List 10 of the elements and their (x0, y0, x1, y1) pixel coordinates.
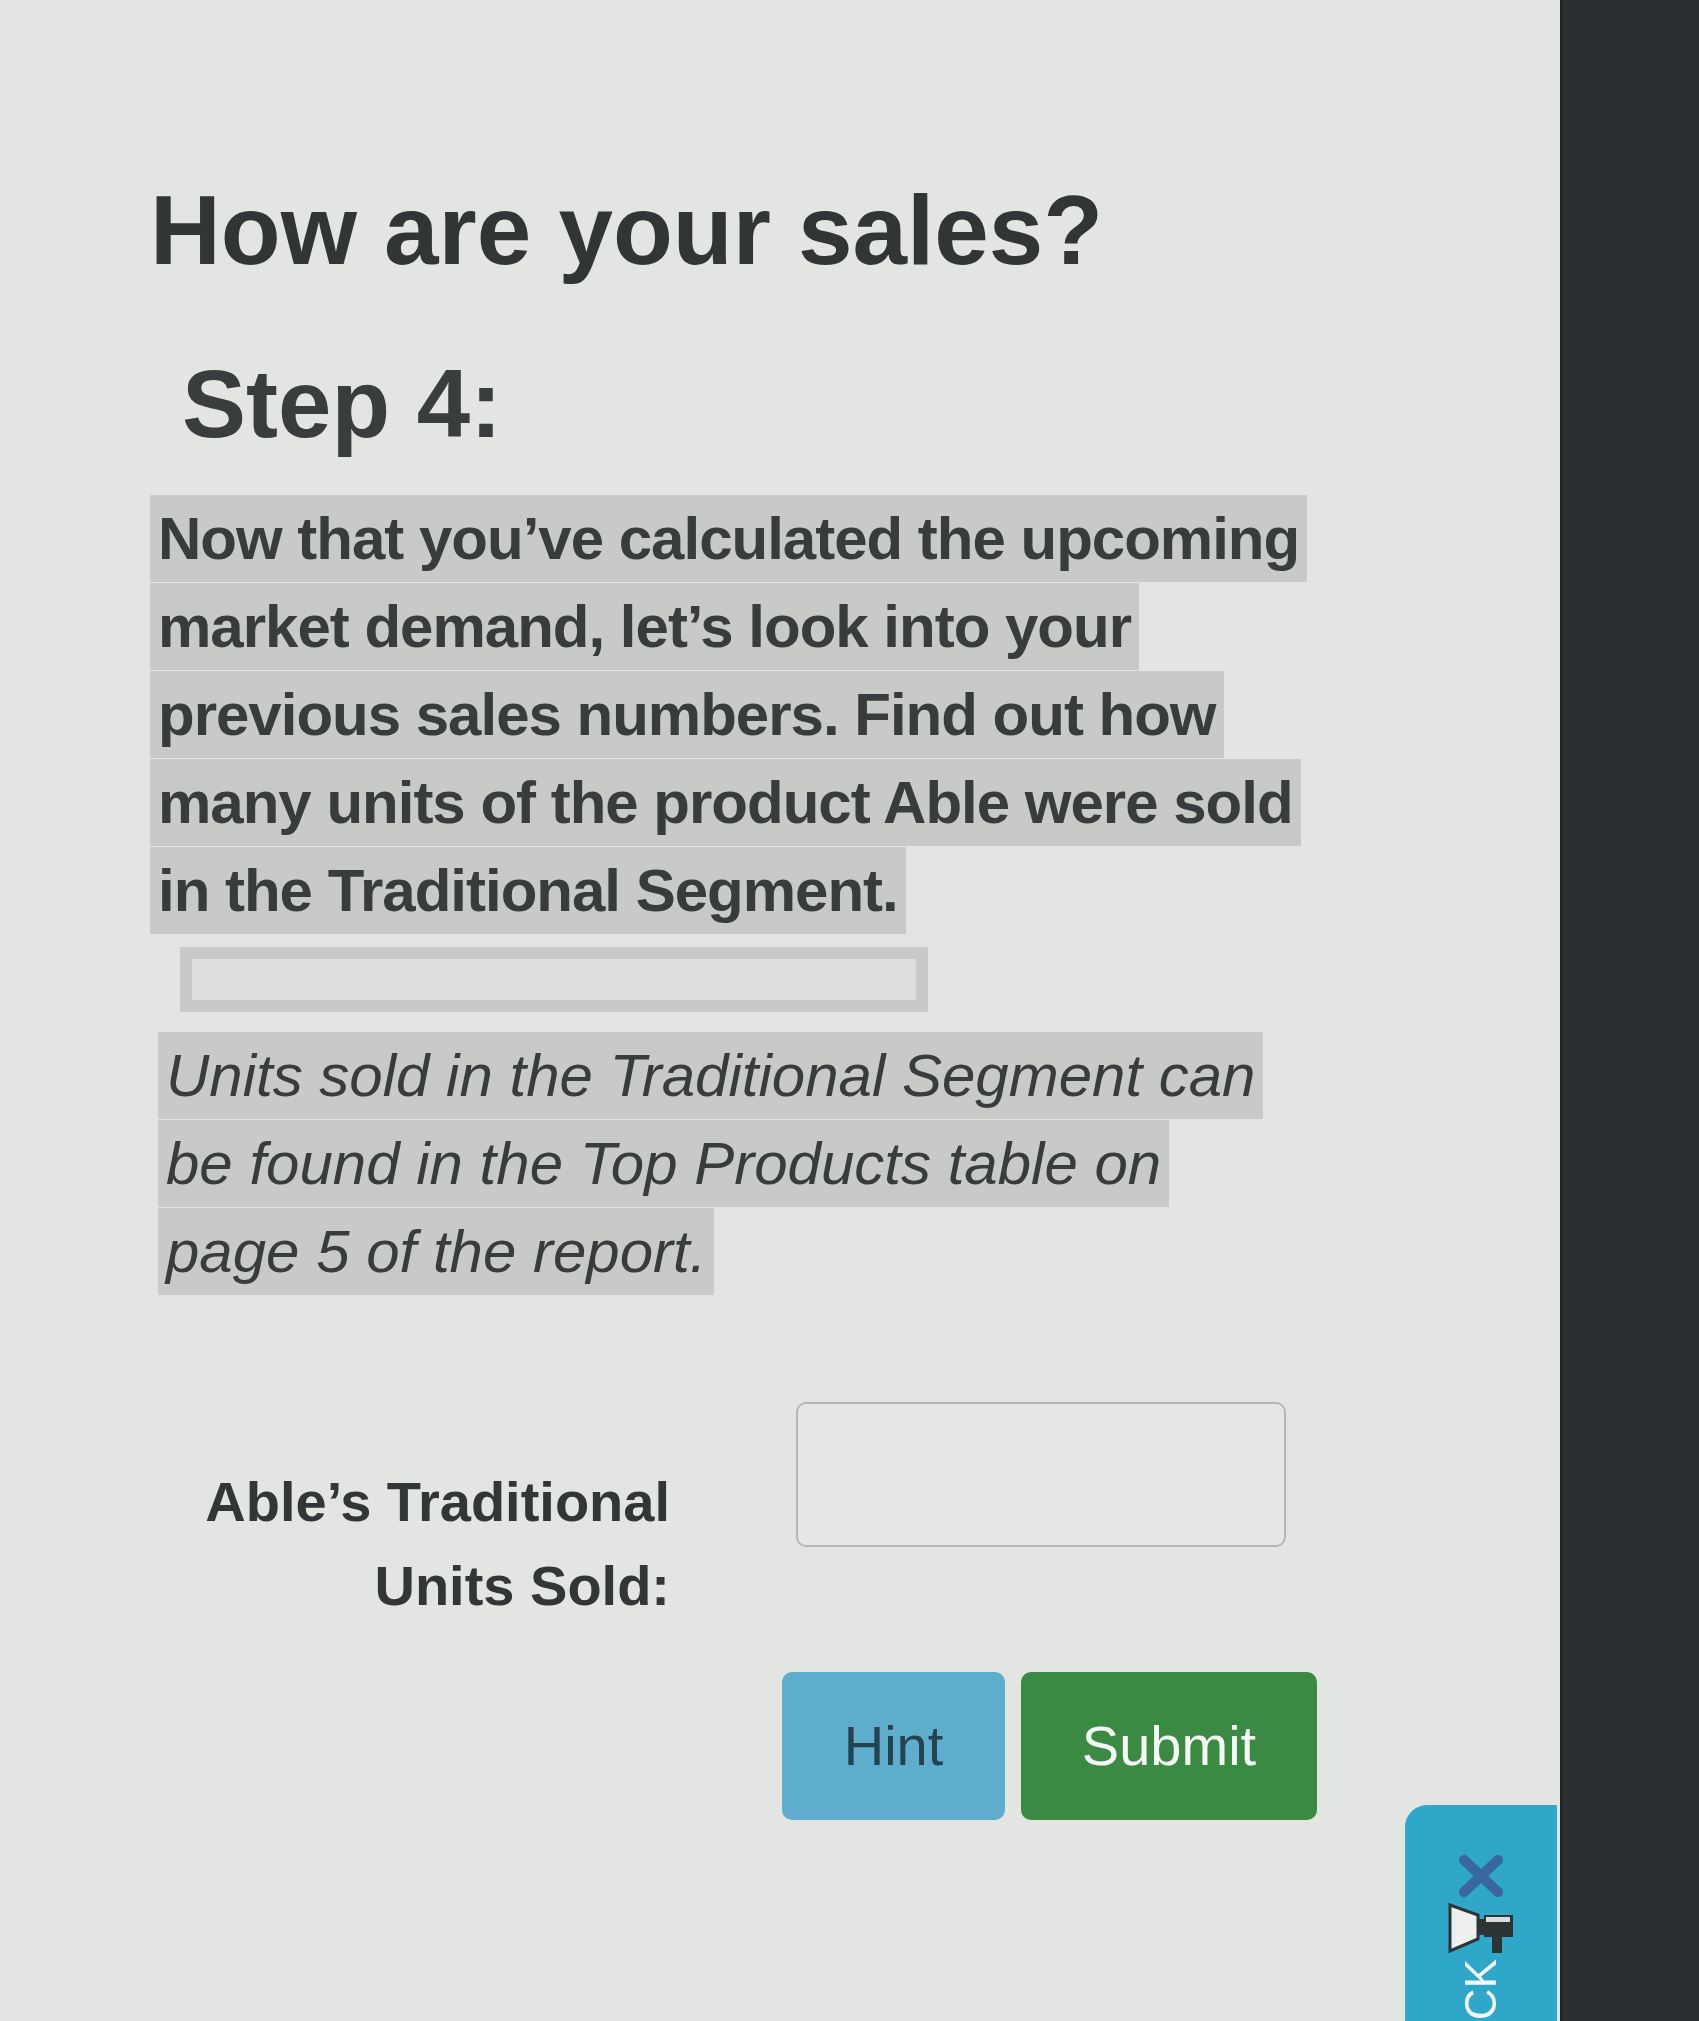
close-icon[interactable] (1459, 1855, 1503, 1897)
submit-button[interactable]: Submit (1021, 1671, 1317, 1820)
megaphone-icon (1448, 1903, 1514, 1953)
page-heading: How are your sales? (150, 174, 1104, 287)
hint-button[interactable]: Hint (782, 1671, 1005, 1820)
side-tab[interactable]: CK (1405, 1805, 1557, 2021)
step-heading: Step 4: (182, 348, 503, 459)
side-tab-label: CK (1459, 1959, 1503, 2021)
answer-field[interactable] (796, 1401, 1286, 1547)
answer-label: Able’s Traditional Units Sold: (204, 1468, 670, 1619)
